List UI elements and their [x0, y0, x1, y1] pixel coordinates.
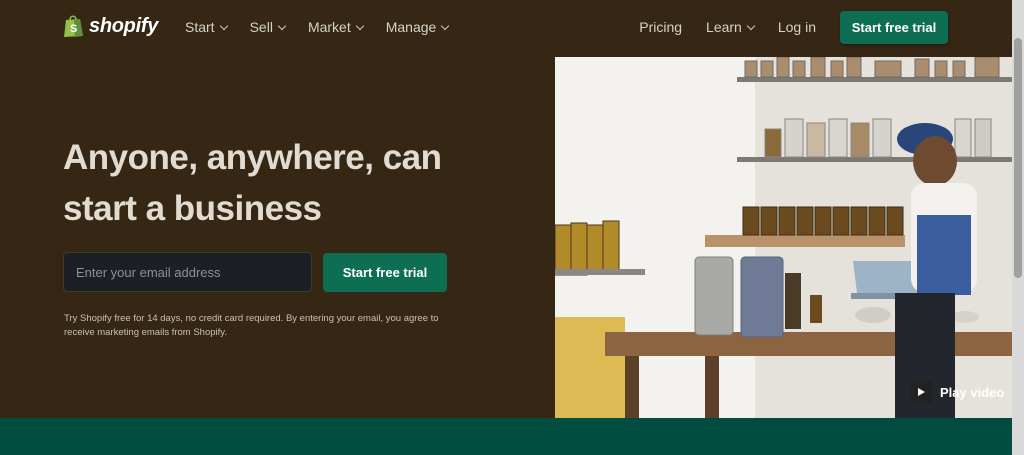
nav-learn[interactable]: Learn [706, 19, 756, 35]
nav-learn-label: Learn [706, 19, 742, 35]
chevron-down-icon [441, 21, 450, 30]
chevron-down-icon [277, 21, 287, 30]
nav-start[interactable]: Start [185, 19, 228, 35]
nav-sell-label: Sell [249, 19, 273, 35]
hero-photo [555, 57, 1012, 418]
nav-login[interactable]: Log in [778, 19, 816, 35]
shopify-bag-icon: S [64, 15, 83, 37]
chevron-down-icon [355, 21, 364, 30]
hero-fineprint: Try Shopify free for 14 days, no credit … [64, 313, 439, 338]
play-video-label: Play video [940, 384, 1005, 400]
nav-secondary: Pricing Learn Log in [639, 19, 816, 35]
nav-market[interactable]: Market [307, 19, 364, 35]
page-scrollbar[interactable] [1012, 0, 1024, 455]
start-trial-hero-button[interactable]: Start free trial [323, 253, 447, 292]
email-input[interactable] [63, 252, 312, 292]
hero-illustration [555, 57, 1012, 418]
next-section-band [0, 418, 1012, 455]
brand-name: shopify [89, 14, 159, 37]
play-icon [910, 381, 932, 403]
hero-headline: Anyone, anywhere, can start a business [63, 138, 442, 228]
nav-market-label: Market [307, 19, 351, 35]
nav-pricing[interactable]: Pricing [639, 19, 682, 35]
nav-sell[interactable]: Sell [249, 19, 287, 35]
shopify-logo[interactable]: S shopify [63, 14, 158, 38]
nav-manage[interactable]: Manage [385, 19, 450, 35]
chevron-down-icon [746, 21, 756, 30]
chevron-down-icon [219, 21, 228, 30]
play-video-button[interactable]: Play video [910, 381, 1004, 403]
nav-primary: Start Sell Market Manage [185, 19, 450, 35]
start-trial-nav-button[interactable]: Start free trial [840, 11, 948, 44]
nav-manage-label: Manage [385, 19, 437, 35]
scrollbar-thumb[interactable] [1014, 38, 1022, 278]
svg-text:S: S [70, 23, 77, 35]
top-nav: S shopify Start Sell Market Manage Prici… [0, 0, 1024, 57]
nav-start-label: Start [185, 19, 215, 35]
